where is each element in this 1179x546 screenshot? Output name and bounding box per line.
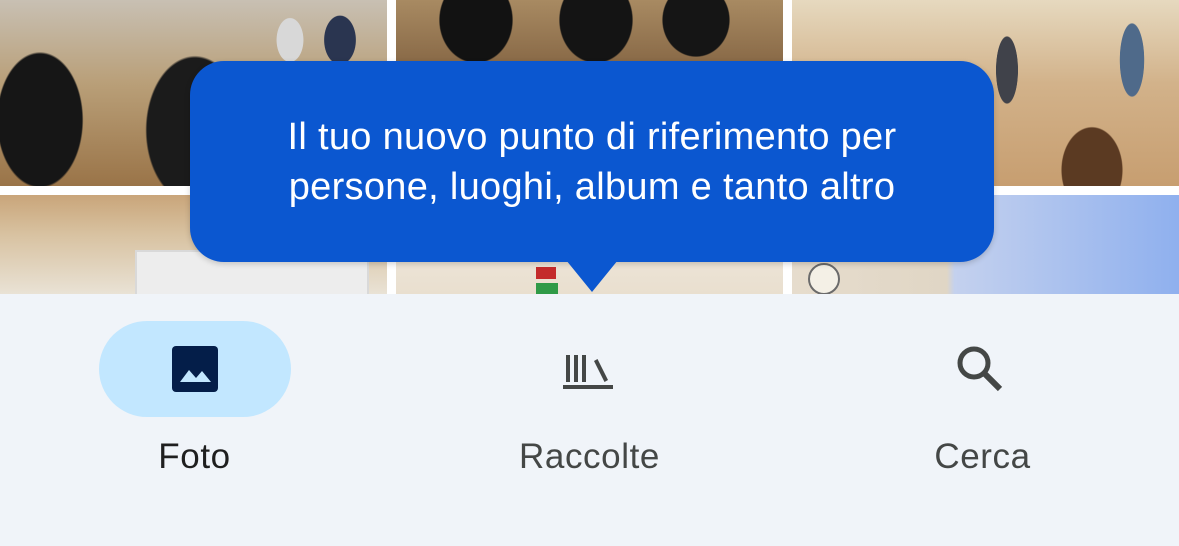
bottom-navigation: Foto Raccolte Cerca: [0, 294, 1179, 546]
nav-label-raccolte: Raccolte: [519, 437, 660, 476]
tooltip-arrow: [566, 260, 618, 292]
app-screen: Il tuo nuovo punto di riferimento per pe…: [0, 0, 1179, 546]
search-icon: [952, 341, 1008, 397]
collections-icon: [560, 341, 616, 397]
nav-label-cerca: Cerca: [934, 437, 1031, 476]
photo-icon: [167, 341, 223, 397]
photo-detail: [808, 263, 840, 294]
nav-item-cerca[interactable]: Cerca: [786, 294, 1179, 546]
onboarding-tooltip[interactable]: Il tuo nuovo punto di riferimento per pe…: [190, 61, 994, 262]
tooltip-text: Il tuo nuovo punto di riferimento per pe…: [232, 112, 952, 212]
tooltip-line-1: Il tuo nuovo punto di riferimento per: [287, 115, 897, 158]
tooltip-line-2: persone, luoghi, album e tanto altro: [288, 165, 896, 208]
nav-item-raccolte[interactable]: Raccolte: [393, 294, 786, 546]
nav-label-foto: Foto: [158, 437, 231, 476]
photo-detail: [536, 283, 558, 294]
photo-detail: [536, 267, 556, 279]
nav-item-foto[interactable]: Foto: [0, 294, 393, 546]
